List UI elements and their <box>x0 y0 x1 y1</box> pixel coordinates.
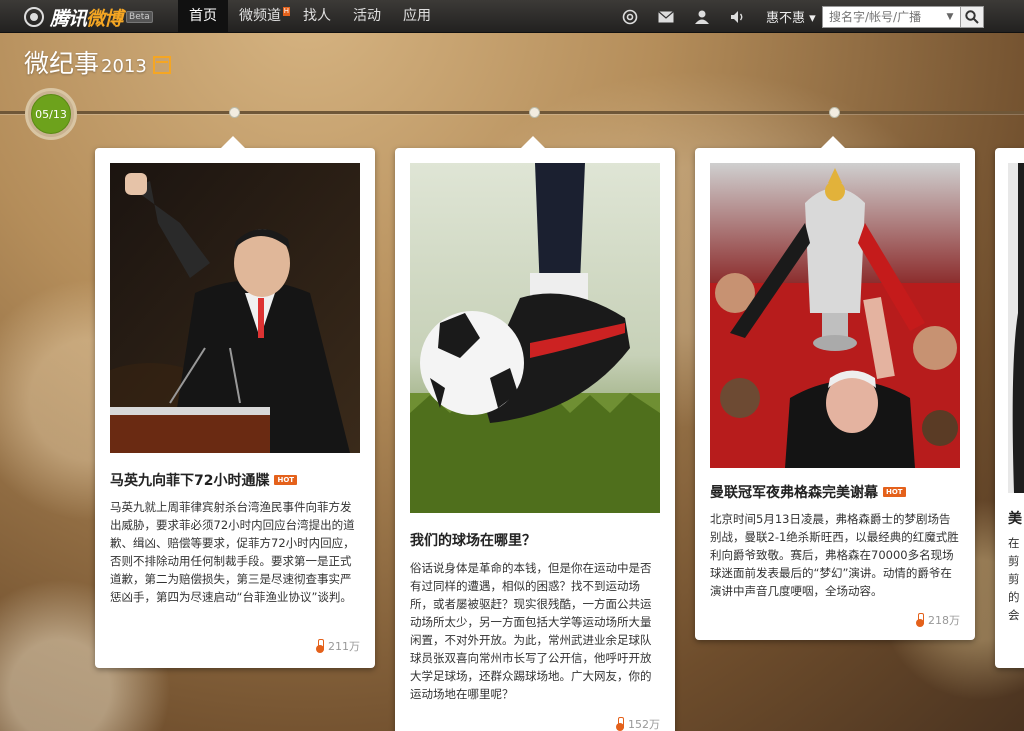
chevron-down-icon: ▾ <box>809 11 816 26</box>
current-date-badge[interactable]: 05/13 <box>25 88 77 140</box>
top-nav-bar: 腾讯微博 Beta 首页 微频道H 找人 活动 应用 惠不惠 ▾ ▼ <box>0 0 1024 33</box>
event-card[interactable]: 曼联冠军夜弗格森完美谢幕 HOT 北京时间5月13日凌晨，弗格森爵士的梦剧场告别战… <box>695 136 975 640</box>
nav-item-find-people[interactable]: 找人 <box>292 0 342 33</box>
page-year: 2013 <box>101 56 147 77</box>
thermometer-icon <box>616 717 624 731</box>
search-icon <box>965 10 979 24</box>
at-icon[interactable] <box>612 0 648 33</box>
event-title[interactable]: 马英九向菲下72小时通牒 HOT <box>110 470 298 490</box>
event-description: 北京时间5月13日凌晨，弗格森爵士的梦剧场告别战，曼联2-1绝杀斯旺西，以最经典… <box>710 512 959 598</box>
search-box: ▼ <box>822 6 984 28</box>
calendar-icon[interactable] <box>152 56 171 74</box>
logo-text: 腾讯微博 <box>50 7 123 30</box>
nav-item-channel[interactable]: 微频道 H <box>228 0 292 33</box>
page-title: 微纪事 2013 <box>24 44 171 80</box>
mail-icon[interactable] <box>648 0 684 33</box>
heat-count: 218万 <box>916 612 960 628</box>
thermometer-icon <box>316 639 324 653</box>
search-input[interactable] <box>823 7 943 27</box>
logo-icon <box>24 7 44 27</box>
event-title[interactable]: 美 <box>1008 508 1022 528</box>
beta-badge: Beta <box>126 11 153 23</box>
event-card[interactable]: 我们的球场在哪里？ 俗话说身体是革命的本钱，但是你在运动中是否有过同样的遭遇，相… <box>395 136 675 731</box>
event-description: 马英九就上周菲律宾射杀台湾渔民事件向菲方发出威胁，要求菲必须72小时内回应台湾提… <box>110 500 355 604</box>
timeline-line <box>0 111 1024 114</box>
heat-count: 211万 <box>316 638 360 654</box>
search-scope-dropdown-icon[interactable]: ▼ <box>943 12 957 22</box>
event-photo[interactable] <box>1008 163 1024 493</box>
search-button[interactable] <box>960 6 984 28</box>
event-description: 在 剪 剪 的 会 <box>1008 536 1020 622</box>
nav-tools: 惠不惠 ▾ <box>612 0 822 33</box>
nav-item-events[interactable]: 活动 <box>342 0 392 33</box>
event-title[interactable]: 曼联冠军夜弗格森完美谢幕 HOT <box>710 482 906 502</box>
event-title[interactable]: 我们的球场在哪里？ <box>410 530 536 550</box>
event-photo[interactable] <box>110 163 360 453</box>
event-photo[interactable] <box>410 163 660 513</box>
new-badge: H <box>282 7 290 16</box>
hot-badge: HOT <box>274 475 298 485</box>
thermometer-icon <box>916 613 924 627</box>
event-card-partial[interactable]: 美 在 剪 剪 的 会 <box>995 148 1024 668</box>
user-icon[interactable] <box>684 0 720 33</box>
timeline-node[interactable] <box>829 107 840 118</box>
logo[interactable]: 腾讯微博 Beta <box>24 6 153 30</box>
hot-badge: HOT <box>883 487 906 497</box>
timeline-node[interactable] <box>229 107 240 118</box>
event-description: 俗话说身体是革命的本钱，但是你在运动中是否有过同样的遭遇，相似的困惑？找不到运动… <box>410 561 652 701</box>
event-card[interactable]: 马英九向菲下72小时通牒 HOT 马英九就上周菲律宾射杀台湾渔民事件向菲方发出威胁… <box>95 136 375 668</box>
timeline-node[interactable] <box>529 107 540 118</box>
heat-count: 152万 <box>616 716 660 731</box>
main-nav: 首页 微频道 H 找人 活动 应用 <box>178 0 442 33</box>
nav-item-home[interactable]: 首页 <box>178 0 228 33</box>
nav-item-apps[interactable]: 应用 <box>392 0 442 33</box>
speaker-icon[interactable] <box>720 0 756 33</box>
user-menu[interactable]: 惠不惠 ▾ <box>766 7 816 26</box>
event-photo[interactable] <box>710 163 960 468</box>
